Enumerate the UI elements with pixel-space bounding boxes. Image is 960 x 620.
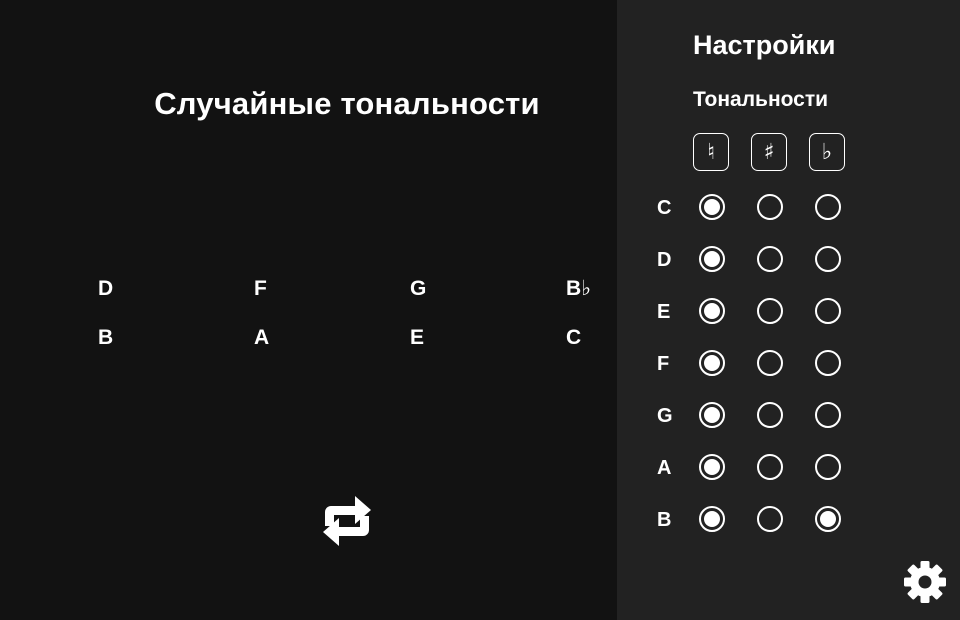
radio-g-sharp[interactable]: [757, 402, 783, 428]
natural-icon: ♮: [707, 139, 715, 165]
radio-b-flat[interactable]: [815, 506, 841, 532]
radio-b-natural[interactable]: [699, 506, 725, 532]
radio-d-sharp[interactable]: [757, 246, 783, 272]
row-label-g: G: [657, 405, 673, 427]
row-label-a: A: [657, 457, 672, 479]
radio-c-flat[interactable]: [815, 194, 841, 220]
row-label-d: D: [657, 249, 672, 271]
settings-button[interactable]: [903, 560, 947, 604]
radio-e-flat[interactable]: [815, 298, 841, 324]
flat-column-button[interactable]: ♭: [809, 133, 845, 171]
random-key: B: [98, 326, 114, 349]
row-label-c: C: [657, 197, 672, 219]
random-key: E: [410, 326, 425, 349]
refresh-icon: [323, 496, 371, 546]
radio-c-sharp[interactable]: [757, 194, 783, 220]
radio-a-sharp[interactable]: [757, 454, 783, 480]
random-key: G: [410, 277, 427, 300]
radio-f-natural[interactable]: [699, 350, 725, 376]
random-key: B♭: [566, 277, 592, 300]
row-label-b: B: [657, 509, 672, 531]
sharp-column-button[interactable]: ♯: [751, 133, 787, 171]
radio-a-flat[interactable]: [815, 454, 841, 480]
keys-section-title: Тональности: [693, 88, 829, 111]
radio-f-sharp[interactable]: [757, 350, 783, 376]
radio-b-sharp[interactable]: [757, 506, 783, 532]
settings-title: Настройки: [693, 30, 836, 60]
row-label-e: E: [657, 301, 671, 323]
radio-g-natural[interactable]: [699, 402, 725, 428]
row-label-f: F: [657, 353, 670, 375]
random-key: F: [254, 277, 267, 300]
radio-d-flat[interactable]: [815, 246, 841, 272]
gear-icon: [904, 561, 946, 603]
main-panel: Случайные тональности D F G B♭ B A E C: [0, 0, 617, 620]
radio-g-flat[interactable]: [815, 402, 841, 428]
settings-panel: Настройки Тональности ♮ ♯ ♭ C D E F G A …: [617, 0, 960, 620]
radio-c-natural[interactable]: [699, 194, 725, 220]
random-key: A: [254, 326, 270, 349]
random-key: C: [566, 326, 582, 349]
radio-e-sharp[interactable]: [757, 298, 783, 324]
page-title: Случайные тональности: [154, 86, 540, 121]
radio-a-natural[interactable]: [699, 454, 725, 480]
radio-e-natural[interactable]: [699, 298, 725, 324]
radio-d-natural[interactable]: [699, 246, 725, 272]
sharp-icon: ♯: [763, 139, 775, 165]
flat-icon: ♭: [821, 139, 833, 165]
natural-column-button[interactable]: ♮: [693, 133, 729, 171]
shuffle-button[interactable]: [317, 490, 377, 552]
random-key: D: [98, 277, 114, 300]
radio-f-flat[interactable]: [815, 350, 841, 376]
